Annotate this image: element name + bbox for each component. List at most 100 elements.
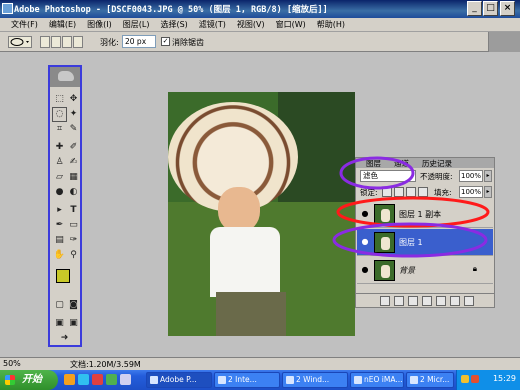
- blend-opacity-row: 滤色 不透明度: 100% ▸: [356, 169, 494, 183]
- layer-row-selected[interactable]: ● 图层 1: [357, 229, 493, 256]
- tray-antivirus-icon[interactable]: [471, 375, 479, 383]
- quicklaunch-media-icon[interactable]: [120, 374, 131, 385]
- palette-well[interactable]: [488, 32, 520, 52]
- dodge-tool-icon[interactable]: ◐: [67, 186, 80, 199]
- eyedropper-tool-icon[interactable]: ✑: [67, 234, 80, 247]
- foreground-color-swatch[interactable]: [56, 269, 70, 283]
- type-tool-icon[interactable]: T: [67, 204, 80, 217]
- eye-icon[interactable]: ●: [360, 237, 370, 247]
- quicklaunch-ie-icon[interactable]: [78, 374, 89, 385]
- trash-icon[interactable]: [464, 296, 474, 306]
- new-selection-icon[interactable]: [40, 36, 50, 48]
- eye-icon[interactable]: ●: [360, 209, 370, 219]
- antialias-label: 消除锯齿: [172, 38, 204, 47]
- window-title: Adobe Photoshop - [DSCF0043.JPG @ 50% (图…: [14, 5, 328, 15]
- clone-stamp-tool-icon[interactable]: ♙: [53, 156, 66, 169]
- fill-label: 填充:: [434, 188, 452, 197]
- notes-tool-icon[interactable]: ▤: [53, 234, 66, 247]
- close-button[interactable]: ×: [500, 1, 515, 16]
- new-layer-icon[interactable]: [450, 296, 460, 306]
- subtract-selection-icon[interactable]: [62, 36, 72, 48]
- lock-fill-row: 锁定: 填充: 100% ▸: [356, 185, 494, 199]
- menu-select[interactable]: 选择(S): [160, 19, 187, 30]
- layer-thumbnail: [374, 260, 395, 281]
- fill-arrow-icon[interactable]: ▸: [484, 186, 492, 198]
- task-neo-imaging[interactable]: nEO iMA...: [350, 372, 404, 388]
- document-canvas[interactable]: [168, 92, 355, 336]
- eraser-tool-icon[interactable]: ▱: [53, 171, 66, 184]
- path-selection-tool-icon[interactable]: ▸: [53, 204, 66, 217]
- menu-layer[interactable]: 图层(L): [123, 19, 150, 30]
- intersect-selection-icon[interactable]: [73, 36, 83, 48]
- tab-channels[interactable]: 通道: [394, 158, 409, 169]
- menu-help[interactable]: 帮助(H): [317, 19, 345, 30]
- zoom-level[interactable]: 50%: [3, 359, 21, 368]
- screen-mode-full-icon[interactable]: ▣: [67, 317, 80, 330]
- gradient-tool-icon[interactable]: ▦: [67, 171, 80, 184]
- pen-tool-icon[interactable]: ✒: [53, 219, 66, 232]
- quicklaunch-folder-icon[interactable]: [64, 374, 75, 385]
- zoom-tool-icon[interactable]: ⚲: [67, 249, 80, 262]
- menu-edit[interactable]: 编辑(E): [49, 19, 76, 30]
- quicklaunch-desktop-icon[interactable]: [106, 374, 117, 385]
- task-photoshop[interactable]: Adobe P...: [146, 372, 212, 388]
- link-layers-icon[interactable]: [380, 296, 390, 306]
- tab-layers[interactable]: 图层: [366, 158, 381, 169]
- tab-history[interactable]: 历史记录: [422, 158, 452, 169]
- task-windows[interactable]: 2 Wind...: [282, 372, 348, 388]
- lock-transparency-icon[interactable]: [382, 187, 392, 197]
- lock-position-icon[interactable]: [406, 187, 416, 197]
- screen-mode-standard-icon[interactable]: ▣: [53, 317, 66, 330]
- lock-all-icon[interactable]: [418, 187, 428, 197]
- quick-mask-mode-icon[interactable]: ◙: [67, 299, 80, 312]
- minimize-button[interactable]: _: [467, 1, 482, 16]
- blur-tool-icon[interactable]: ●: [53, 186, 66, 199]
- brush-tool-icon[interactable]: ✐: [67, 141, 80, 154]
- slice-tool-icon[interactable]: ✎: [67, 123, 80, 136]
- magic-wand-tool-icon[interactable]: ✦: [67, 108, 80, 121]
- history-brush-tool-icon[interactable]: ✍: [67, 156, 80, 169]
- lock-image-icon[interactable]: [394, 187, 404, 197]
- photo-child-pants: [216, 292, 286, 336]
- move-tool-icon[interactable]: ✥: [67, 93, 80, 106]
- adjustment-layer-icon[interactable]: [436, 296, 446, 306]
- layer-style-icon[interactable]: [394, 296, 404, 306]
- standard-mode-icon[interactable]: ▢: [53, 299, 66, 312]
- layers-footer: [356, 293, 494, 307]
- eye-icon[interactable]: ●: [360, 265, 370, 275]
- lock-label: 锁定:: [360, 188, 378, 197]
- task-microsoft[interactable]: 2 Micr...: [406, 372, 454, 388]
- menu-window[interactable]: 窗口(W): [276, 19, 306, 30]
- task-internet[interactable]: 2 Inte...: [214, 372, 280, 388]
- hand-tool-icon[interactable]: ✋: [53, 249, 66, 262]
- crop-tool-icon[interactable]: ⌗: [53, 123, 66, 136]
- layer-row[interactable]: ● 图层 1 副本: [357, 201, 493, 228]
- add-mask-icon[interactable]: [408, 296, 418, 306]
- opacity-arrow-icon[interactable]: ▸: [484, 170, 492, 182]
- document-size: 文档:1.20M/3.59M: [70, 360, 141, 369]
- opacity-input[interactable]: 100%: [459, 170, 483, 182]
- start-button[interactable]: 开始: [0, 370, 58, 390]
- layer-row[interactable]: ● 背景 🔒︎: [357, 257, 493, 284]
- new-set-icon[interactable]: [422, 296, 432, 306]
- taskbar: 开始 Adobe P... 2 Inte... 2 Wind... nEO iM…: [0, 370, 520, 390]
- antialias-checkbox[interactable]: ✓: [161, 37, 170, 46]
- lasso-tool-icon[interactable]: ◌: [52, 107, 67, 122]
- lasso-tool-preset-icon[interactable]: [8, 36, 32, 48]
- jump-to-imageready-icon[interactable]: ➜: [58, 332, 71, 345]
- add-selection-icon[interactable]: [51, 36, 61, 48]
- healing-brush-tool-icon[interactable]: ✚: [53, 141, 66, 154]
- marquee-tool-icon[interactable]: ⬚: [53, 93, 66, 106]
- shape-tool-icon[interactable]: ▭: [67, 219, 80, 232]
- feather-input[interactable]: 20 px: [122, 35, 156, 48]
- menu-image[interactable]: 图像(I): [87, 19, 112, 30]
- menu-view[interactable]: 视图(V): [237, 19, 265, 30]
- menu-file[interactable]: 文件(F): [11, 19, 38, 30]
- blend-mode-select[interactable]: 滤色: [360, 170, 416, 182]
- layer-thumbnail: [374, 204, 395, 225]
- tray-speaker-icon[interactable]: [461, 375, 469, 383]
- quicklaunch-app-icon[interactable]: [92, 374, 103, 385]
- menu-filter[interactable]: 滤镜(T): [199, 19, 226, 30]
- fill-input[interactable]: 100%: [459, 186, 483, 198]
- maximize-button[interactable]: □: [483, 1, 498, 16]
